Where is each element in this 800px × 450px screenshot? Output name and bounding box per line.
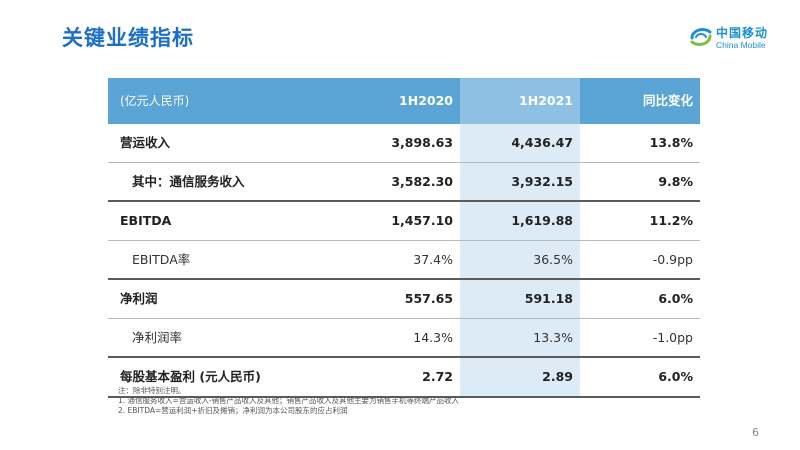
value-change: 11.2% — [649, 213, 693, 228]
table-row: 净利润 557.65 591.18 6.0% — [108, 280, 700, 319]
footnote: 2. EBITDA=营运利润+折旧及摊销；净利润为本公司股东的应占利润 — [118, 406, 348, 415]
value-change: 13.8% — [649, 135, 693, 150]
header-1h2020: 1H2020 — [399, 93, 453, 108]
table-row: EBITDA 1,457.10 1,619.88 11.2% — [108, 202, 700, 241]
value-1h2021: 2.89 — [542, 369, 573, 384]
row-label: 净利润 — [120, 291, 158, 306]
footnote: 1. 通信服务收入=营运收入-销售产品收入及其他；销售产品收入及其他主要为销售手… — [118, 396, 460, 405]
china-mobile-logo: 中国移动 China Mobile — [688, 22, 780, 58]
value-1h2020: 37.4% — [413, 251, 453, 267]
value-1h2021: 591.18 — [524, 291, 573, 306]
page-title: 关键业绩指标 — [62, 26, 194, 50]
value-1h2021: 3,932.15 — [511, 173, 573, 189]
table-row: 净利润率 14.3% 13.3% -1.0pp — [108, 318, 700, 358]
value-1h2021: 13.3% — [533, 329, 573, 345]
row-label: 净利润率 — [132, 329, 183, 345]
row-label: 营运收入 — [120, 135, 171, 150]
value-1h2021: 4,436.47 — [511, 135, 573, 150]
value-1h2020: 3,582.30 — [391, 173, 453, 189]
value-change: -0.9pp — [652, 251, 693, 267]
table-row: 其中：通信服务收入 3,582.30 3,932.15 9.8% — [108, 162, 700, 202]
value-1h2020: 557.65 — [404, 291, 453, 306]
row-label: 其中：通信服务收入 — [132, 173, 245, 189]
value-change: 9.8% — [658, 173, 693, 189]
row-label: EBITDA — [120, 213, 172, 228]
value-1h2020: 3,898.63 — [391, 135, 453, 150]
value-1h2020: 14.3% — [413, 329, 453, 345]
logo-text-cn: 中国移动 — [716, 26, 769, 40]
value-1h2021: 1,619.88 — [511, 213, 573, 228]
page-number: 6 — [752, 426, 759, 439]
header-unit: (亿元人民币) — [120, 94, 190, 108]
footnotes: 注：除非特别注明。 1. 通信服务收入=营运收入-销售产品收入及其他；销售产品收… — [118, 386, 459, 416]
row-label: EBITDA率 — [132, 251, 191, 267]
china-mobile-logo-icon — [690, 28, 712, 46]
table-row: EBITDA率 37.4% 36.5% -0.9pp — [108, 240, 700, 280]
kpi-table: (亿元人民币) 1H2020 1H2021 同比变化 营运收入 3,898.63… — [108, 78, 700, 398]
table-header: (亿元人民币) 1H2020 1H2021 同比变化 — [108, 78, 700, 124]
value-change: 6.0% — [658, 369, 693, 384]
value-1h2021: 36.5% — [533, 251, 573, 267]
logo-text-en: China Mobile — [716, 40, 766, 50]
header-yoy-change: 同比变化 — [642, 93, 693, 108]
value-change: -1.0pp — [652, 329, 693, 345]
table-row: 营运收入 3,898.63 4,436.47 13.8% — [108, 124, 700, 163]
value-change: 6.0% — [658, 291, 693, 306]
footnote: 注：除非特别注明。 — [118, 386, 186, 395]
value-1h2020: 1,457.10 — [391, 213, 453, 228]
header-1h2021: 1H2021 — [519, 93, 573, 108]
